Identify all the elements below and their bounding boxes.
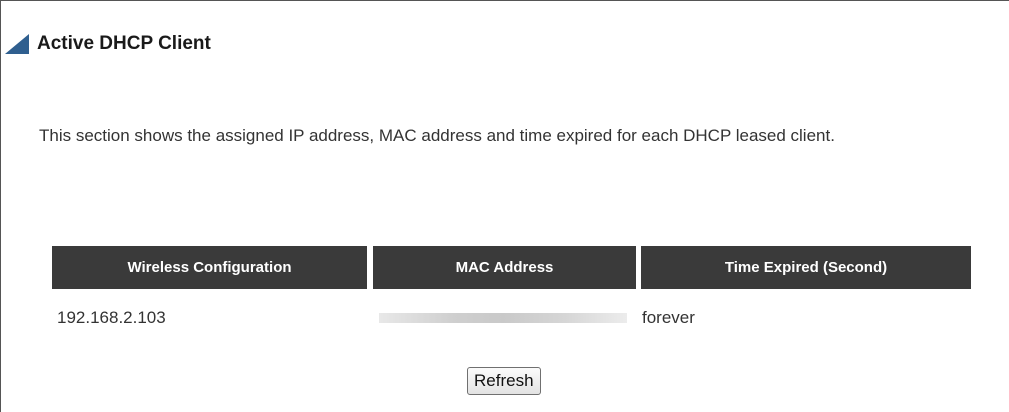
column-header-wireless-configuration: Wireless Configuration bbox=[52, 246, 367, 289]
client-ip-address: 192.168.2.103 bbox=[57, 308, 166, 327]
client-mac-address-redacted bbox=[379, 313, 627, 323]
section-description: This section shows the assigned IP addre… bbox=[39, 126, 835, 145]
column-header-mac-address: MAC Address bbox=[373, 246, 636, 289]
column-header-time-expired: Time Expired (Second) bbox=[641, 246, 971, 289]
page-title: Active DHCP Client bbox=[37, 33, 211, 54]
page-frame: Active DHCP Client This section shows th… bbox=[0, 0, 1009, 412]
client-time-expired: forever bbox=[642, 308, 695, 327]
refresh-button[interactable]: Refresh bbox=[467, 367, 541, 395]
title-marker-icon bbox=[5, 34, 29, 54]
